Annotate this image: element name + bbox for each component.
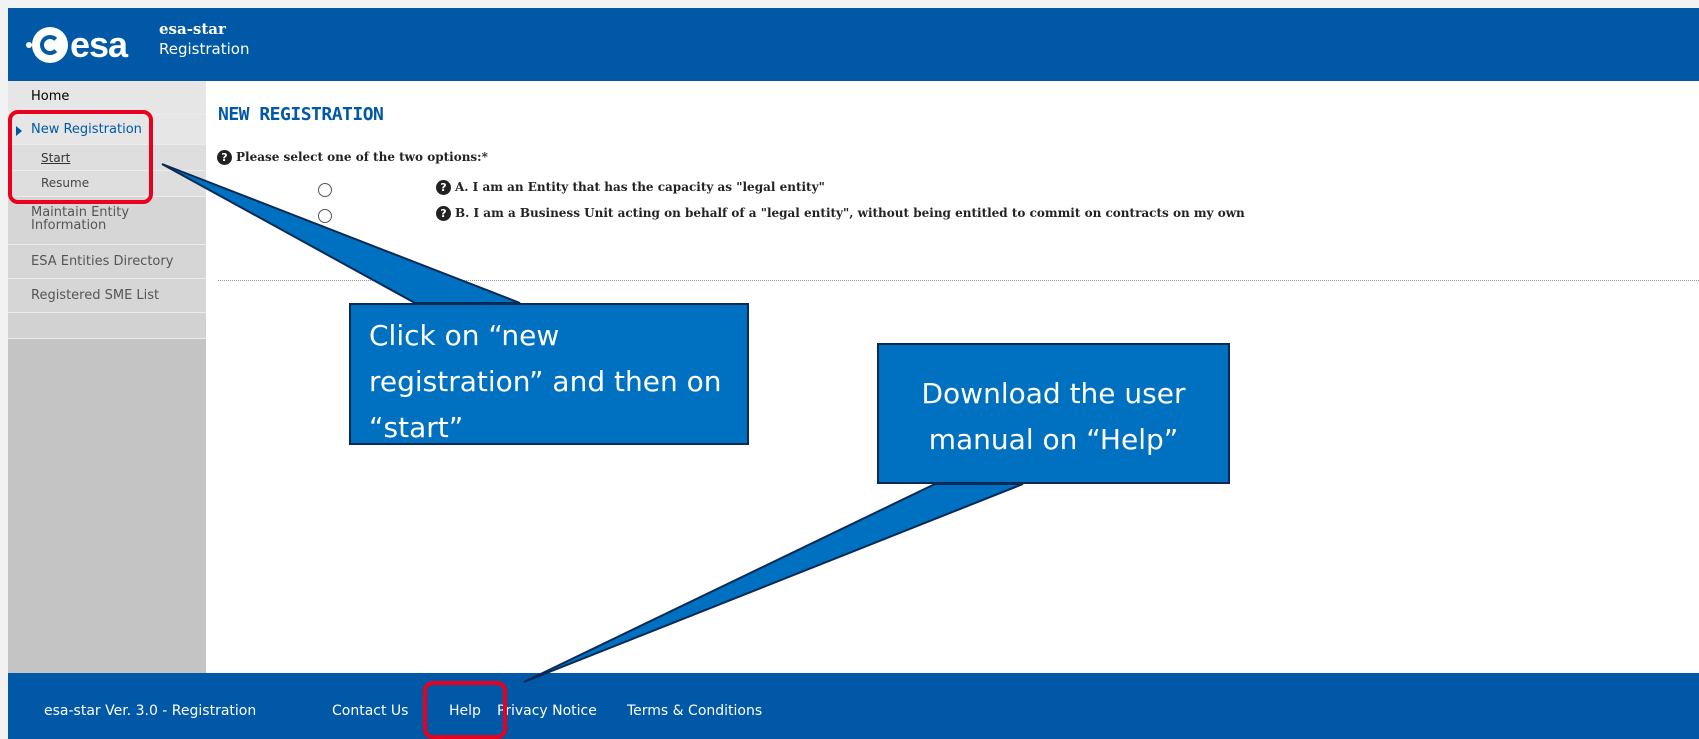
page-title: NEW REGISTRATION — [218, 104, 384, 125]
option-a-radio[interactable] — [318, 183, 332, 197]
esa-logo[interactable]: esa — [26, 24, 128, 65]
sidebar-item-registered-sme-list[interactable]: Registered SME List — [8, 279, 206, 313]
page: esa esa-star Registration Home New Regis… — [0, 0, 1699, 739]
highlight-new-registration — [8, 110, 153, 204]
esa-logo-icon — [26, 27, 68, 63]
sidebar-item-maintain-entity[interactable]: Maintain Entity Information — [8, 197, 206, 245]
divider — [218, 280, 1699, 281]
footer-privacy-link[interactable]: Privacy Notice — [497, 703, 597, 719]
options-question: ? Please select one of the two options:* — [217, 150, 488, 165]
sidebar-item-label: Home — [31, 89, 70, 104]
sidebar-item-esa-entities-directory[interactable]: ESA Entities Directory — [8, 245, 206, 279]
logo-text: esa — [70, 24, 128, 65]
option-b: ? B. I am a Business Unit acting on behal… — [436, 206, 1245, 221]
sidebar-item-label: ESA Entities Directory — [31, 254, 174, 269]
option-b-help-icon[interactable]: ? — [436, 206, 451, 221]
footer-terms-link[interactable]: Terms & Conditions — [627, 703, 762, 719]
option-a-label: A. I am an Entity that has the capacity … — [455, 180, 825, 194]
sidebar-spacer — [8, 313, 206, 339]
header-titles: esa-star Registration — [159, 20, 249, 58]
highlight-help — [423, 681, 507, 739]
option-a-help-icon[interactable]: ? — [436, 180, 451, 195]
sidebar-item-label: Maintain Entity Information — [31, 205, 130, 233]
footer-version: esa-star Ver. 3.0 - Registration — [44, 703, 257, 719]
option-a: ? A. I am an Entity that has the capacity… — [436, 180, 825, 195]
footer-contact-link[interactable]: Contact Us — [332, 703, 408, 719]
sidebar-item-label: Registered SME List — [31, 288, 160, 303]
callout-new-registration: Click on “new registration” and then on … — [349, 303, 749, 445]
app-name: esa-star — [159, 20, 226, 38]
question-help-icon[interactable]: ? — [217, 150, 232, 165]
option-b-label: B. I am a Business Unit acting on behalf… — [455, 206, 1245, 220]
callout-help: Download the user manual on “Help” — [877, 343, 1230, 484]
header-bar: esa esa-star Registration — [8, 8, 1699, 81]
question-text: Please select one of the two options:* — [236, 150, 488, 164]
footer-bar: esa-star Ver. 3.0 - Registration Contact… — [8, 673, 1699, 739]
app-subtitle: Registration — [159, 40, 250, 58]
option-b-radio[interactable] — [318, 209, 332, 223]
